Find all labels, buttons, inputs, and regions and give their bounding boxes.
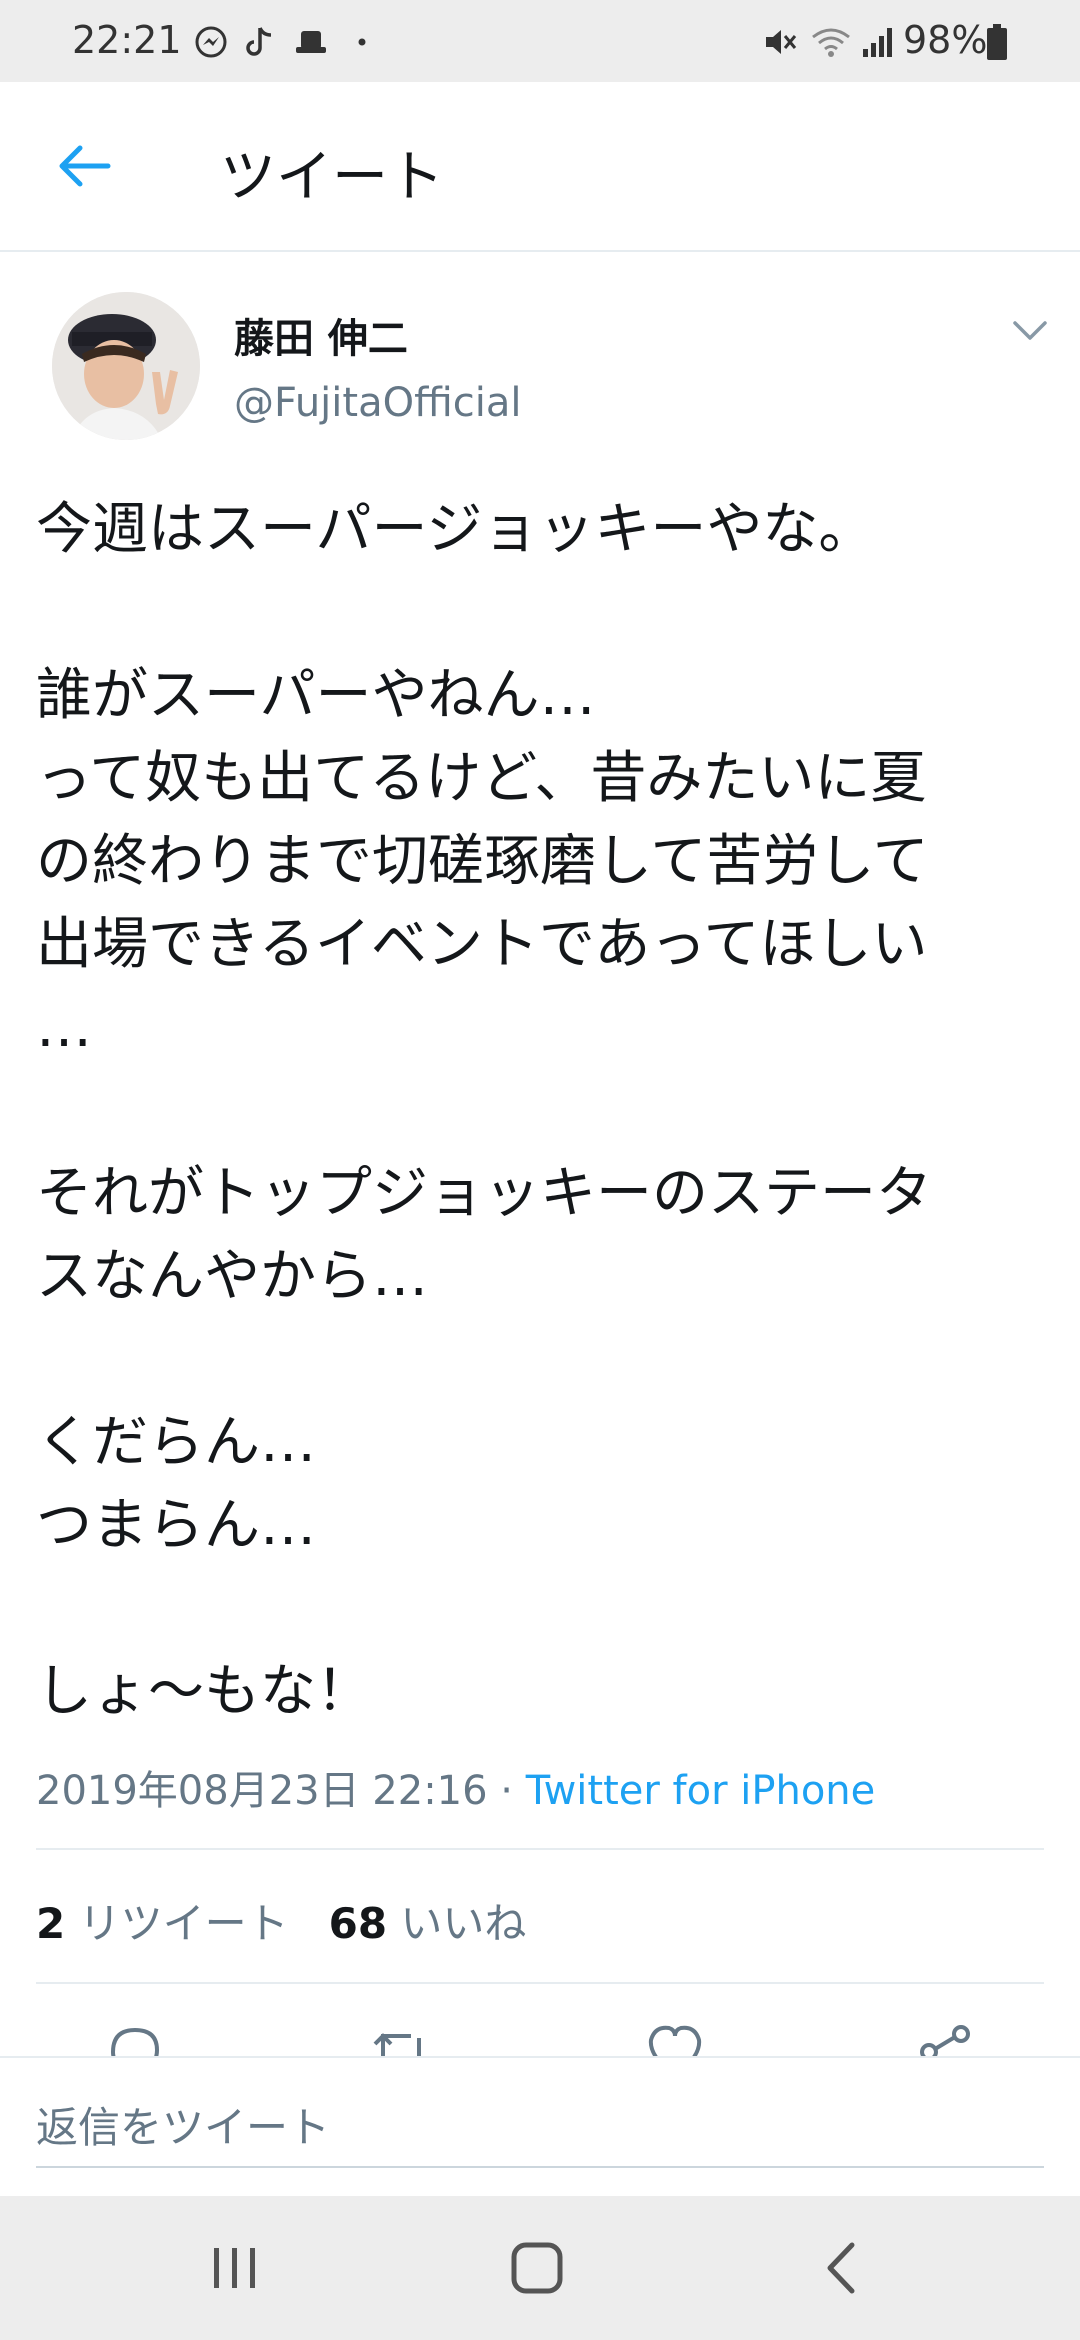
- tweet-line: スなんやから…: [36, 1244, 428, 1309]
- share-icon: [920, 2025, 970, 2056]
- navigation-bar: [0, 2196, 1080, 2340]
- mute-icon: [760, 22, 800, 62]
- tweet-line: って奴も出てるけど、昔みたいに夏: [36, 746, 927, 811]
- messenger-icon: [192, 22, 230, 62]
- page-title: ツイート: [220, 145, 444, 210]
- retweet-button[interactable]: [366, 2022, 436, 2056]
- tweet-timestamp: 2019年08月23日 22:16: [36, 1768, 488, 1814]
- retweet-count: 2: [36, 1899, 66, 1948]
- arrow-left-icon: [59, 145, 111, 187]
- tweet-stats: 2 リツイート 68 いいね: [36, 1890, 526, 1951]
- tweet-line: 今週はスーパージョッキーやな。: [36, 497, 875, 562]
- reply-input[interactable]: [36, 2088, 1044, 2168]
- tweet-text: 今週はスーパージョッキーやな。 誰がスーパーやねん… って奴も出てるけど、昔みた…: [36, 488, 1056, 1733]
- like-button[interactable]: [640, 2022, 710, 2056]
- tweet-source-link[interactable]: Twitter for iPhone: [526, 1768, 876, 1814]
- likes-stat[interactable]: 68 いいね: [329, 1899, 527, 1948]
- tweet-meta: 2019年08月23日 22:16 · Twitter for iPhone: [36, 1758, 875, 1816]
- tweet-line: …: [36, 995, 92, 1060]
- status-time: 22:21: [72, 18, 182, 62]
- recent-apps-button[interactable]: [190, 2228, 280, 2308]
- home-icon: [511, 2242, 563, 2294]
- author-handle[interactable]: @FujitaOfficial: [234, 380, 521, 426]
- signal-icon: [858, 22, 896, 62]
- chevron-left-icon: [827, 2242, 855, 2294]
- share-button[interactable]: [910, 2022, 980, 2056]
- app-header: ツイート: [0, 82, 1080, 252]
- tweet-line: [36, 1318, 1056, 1401]
- tweet-line: の終わりまで切磋琢磨して苦労して: [36, 829, 929, 894]
- tweet-line: つまらん…: [36, 1493, 316, 1558]
- wifi-icon: [808, 22, 854, 62]
- battery-percent: 98%: [903, 18, 988, 62]
- tweet-options-button[interactable]: [1000, 305, 1060, 357]
- meta-separator: ·: [487, 1768, 526, 1814]
- reply-bar: [0, 2056, 1080, 2196]
- dot-icon: [354, 22, 370, 62]
- retweet-icon: [373, 2033, 421, 2056]
- reply-icon: [110, 2027, 160, 2056]
- like-icon: [648, 2025, 702, 2056]
- home-button[interactable]: [492, 2228, 582, 2308]
- like-count: 68: [328, 1899, 388, 1948]
- chevron-down-icon: [1013, 321, 1047, 340]
- reply-button[interactable]: [100, 2022, 170, 2056]
- avatar[interactable]: [52, 292, 200, 440]
- author-name[interactable]: 藤田 伸二: [234, 306, 408, 364]
- tweet-line: [36, 1069, 1056, 1152]
- tweet-line: [36, 1567, 1056, 1650]
- tiktok-icon: [244, 22, 276, 62]
- retweets-stat[interactable]: 2 リツイート: [36, 1899, 289, 1948]
- back-nav-button[interactable]: [796, 2228, 886, 2308]
- tweet-line: [36, 571, 1056, 654]
- divider: [36, 1982, 1044, 1984]
- divider: [36, 1848, 1044, 1850]
- retweet-label: リツイート: [78, 1899, 289, 1948]
- tweet-line: 出場できるイベントであってほしい: [36, 912, 928, 977]
- tweet-line: くだらん…: [36, 1410, 316, 1475]
- like-label: いいね: [400, 1899, 527, 1948]
- app-icon: [292, 22, 330, 62]
- action-bar: [0, 2010, 1080, 2056]
- back-button[interactable]: [44, 126, 124, 206]
- tweet-line: しょ〜もな！: [36, 1659, 372, 1724]
- tweet-line: 誰がスーパーやねん…: [36, 663, 596, 728]
- battery-icon: [984, 22, 1010, 62]
- recents-icon: [214, 2248, 255, 2288]
- tweet-line: それがトップジョッキーのステータ: [36, 1161, 932, 1226]
- status-bar: 22:21 98%: [0, 0, 1080, 82]
